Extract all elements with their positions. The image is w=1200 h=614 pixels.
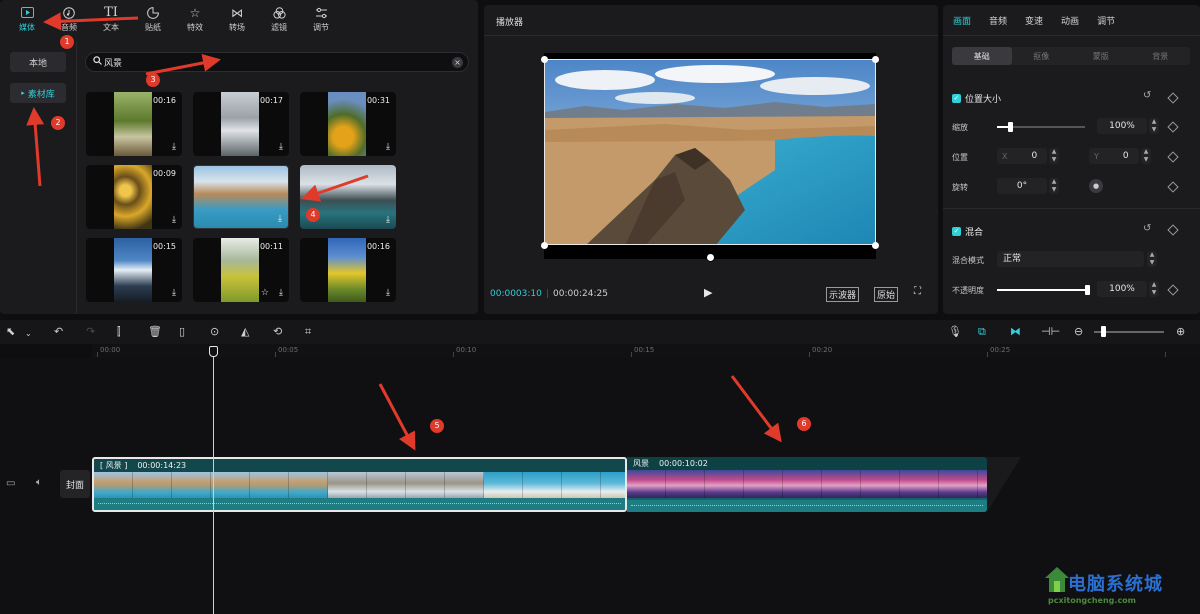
annotation-badge: 1 xyxy=(60,35,74,49)
annotation-badge: 5 xyxy=(430,419,444,433)
annotation-badge: 2 xyxy=(51,116,65,130)
annotation-arrow-5 xyxy=(378,383,416,451)
annotation-arrows xyxy=(26,12,782,451)
watermark-title: 电脑系统城 xyxy=(1068,574,1163,595)
video-editor-window: 媒体 音频 TI 文本 贴纸 ☆ 特效 ⋈ 转场 滤镜 调节 本地 ▸ 素材库 … xyxy=(0,0,1200,614)
watermark-logo: 电脑系统城 pcxitongcheng.com xyxy=(1040,562,1200,614)
watermark-url: pcxitongcheng.com xyxy=(1048,596,1137,605)
annotation-arrow-3 xyxy=(145,54,221,76)
annotation-badge: 3 xyxy=(146,73,160,87)
annotation-arrow-4 xyxy=(301,174,369,202)
annotation-arrow-2 xyxy=(26,107,45,187)
annotation-arrow-6 xyxy=(730,375,782,443)
annotation-badge: 6 xyxy=(797,417,811,431)
annotation-badge: 4 xyxy=(306,208,320,222)
house-logo-icon xyxy=(1045,567,1069,592)
annotation-arrow-1 xyxy=(43,12,139,31)
